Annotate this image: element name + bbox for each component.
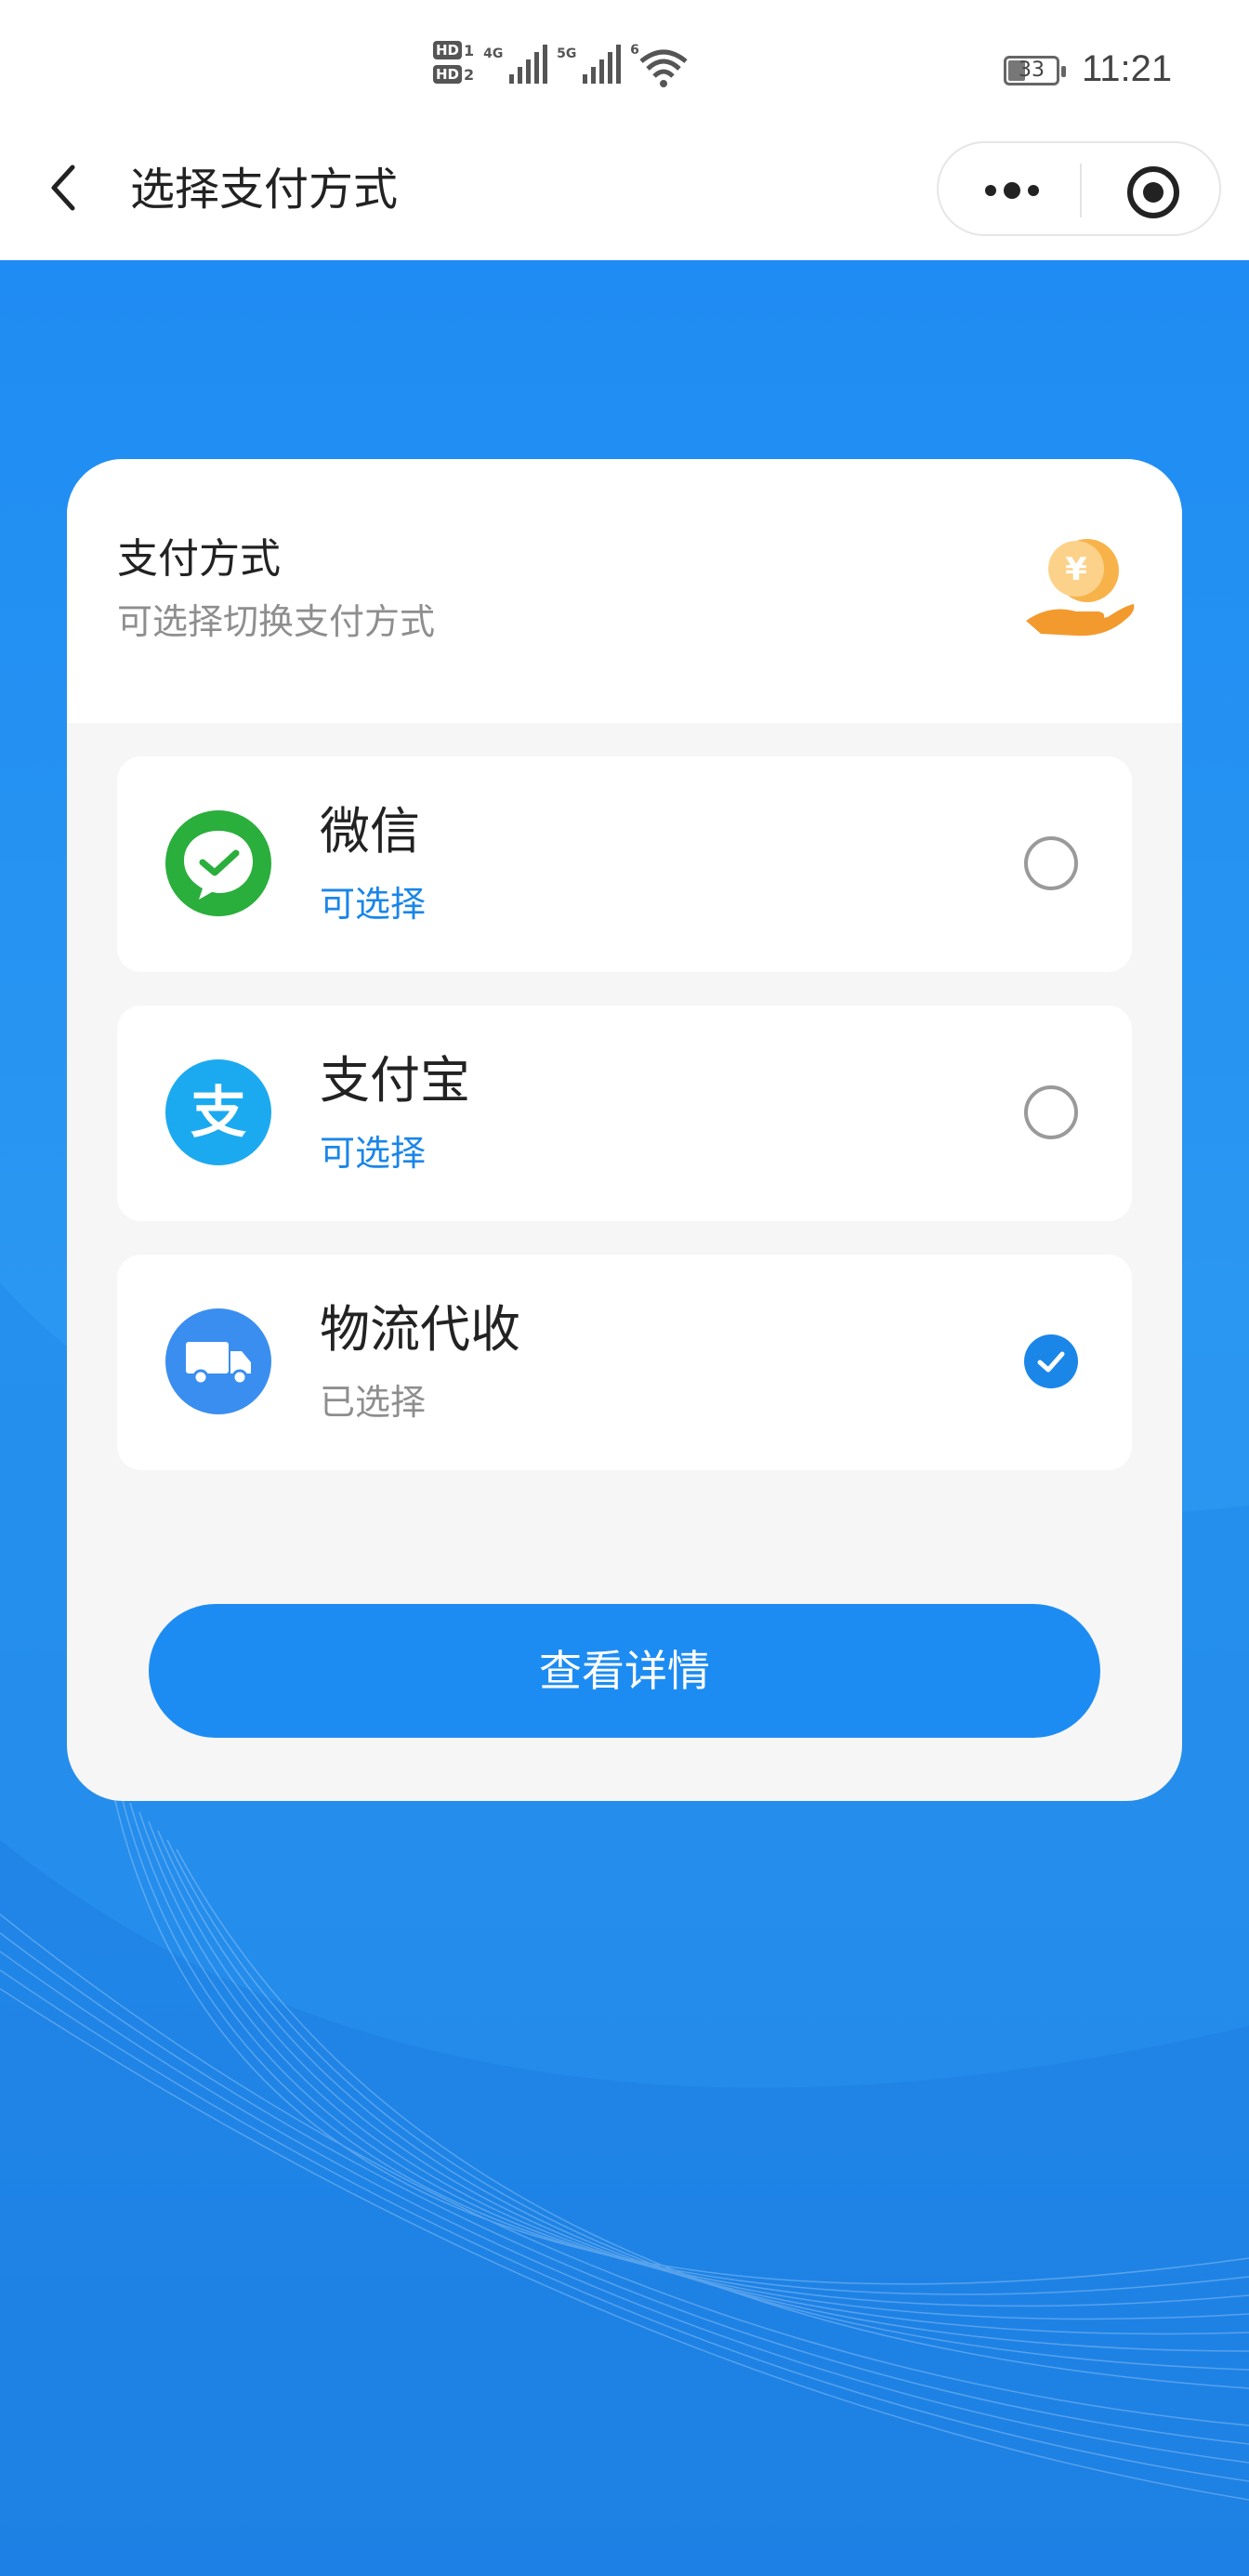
payment-method-page: HD 1 HD 2 4G 5G 6 33 11:21 选择支付方式 支付方式 可… — [0, 0, 1249, 2576]
payment-option-alipay[interactable]: 支 支付宝 可选择 — [117, 1005, 1132, 1221]
wifi-icon: 6 — [630, 41, 690, 91]
truck-icon — [165, 1308, 271, 1414]
battery-level: 33 — [1019, 59, 1045, 82]
option-status: 已选择 — [320, 1382, 427, 1423]
card-title: 支付方式 — [117, 535, 281, 583]
signal-icon: 5G — [557, 41, 622, 91]
target-icon[interactable] — [1124, 164, 1182, 221]
capsule-divider — [1080, 164, 1082, 217]
option-status: 可选择 — [320, 1133, 427, 1174]
network-type-label: 5G — [557, 46, 577, 61]
card-subtitle: 可选择切换支付方式 — [117, 601, 436, 642]
signal-icon: 4G — [483, 41, 548, 91]
option-name: 微信 — [320, 802, 420, 861]
network-type-label: 4G — [483, 46, 504, 61]
alipay-icon: 支 — [165, 1059, 271, 1165]
hd-badges: HD 1 HD 2 — [433, 41, 474, 84]
hd-label: HD — [433, 41, 463, 59]
menu-capsule — [937, 141, 1221, 236]
clock: 11:21 — [1082, 48, 1173, 89]
yuan-coin-hand-icon: ¥ — [1022, 532, 1137, 643]
payment-option-wechat[interactable]: 微信 可选择 — [117, 756, 1132, 972]
status-bar: HD 1 HD 2 4G 5G 6 33 11:21 — [0, 0, 1249, 139]
radio-unchecked[interactable] — [1024, 836, 1078, 890]
hd-badge-1: HD 1 — [433, 41, 474, 59]
hd-number: 1 — [464, 41, 475, 59]
hd-badge-2: HD 2 — [433, 65, 474, 84]
payment-card: 支付方式 可选择切换支付方式 ¥ 微信 可选择 支 支付宝 可选择 物流代收 已… — [67, 459, 1182, 1801]
view-details-button[interactable]: 查看详情 — [149, 1604, 1100, 1738]
more-icon[interactable] — [979, 167, 1045, 214]
hd-number: 2 — [464, 65, 475, 84]
radio-checked[interactable] — [1024, 1334, 1078, 1388]
yuan-symbol: ¥ — [1065, 551, 1087, 588]
hd-label: HD — [433, 65, 463, 84]
wechat-icon — [165, 810, 271, 916]
nav-bar: 选择支付方式 — [0, 139, 1249, 260]
radio-unchecked[interactable] — [1024, 1085, 1078, 1139]
checkmark-icon — [1037, 1351, 1065, 1373]
page-title: 选择支付方式 — [130, 164, 399, 216]
battery-icon: 33 — [1004, 56, 1066, 85]
option-name: 物流代收 — [320, 1300, 520, 1359]
alipay-glyph: 支 — [191, 1081, 246, 1146]
payment-option-cod[interactable]: 物流代收 已选择 — [117, 1255, 1132, 1470]
card-header: 支付方式 可选择切换支付方式 ¥ — [67, 459, 1182, 723]
option-name: 支付宝 — [320, 1051, 470, 1110]
signal-indicators: HD 1 HD 2 4G 5G 6 — [433, 41, 690, 106]
option-status: 可选择 — [320, 884, 427, 925]
chevron-left-icon[interactable] — [45, 160, 85, 216]
